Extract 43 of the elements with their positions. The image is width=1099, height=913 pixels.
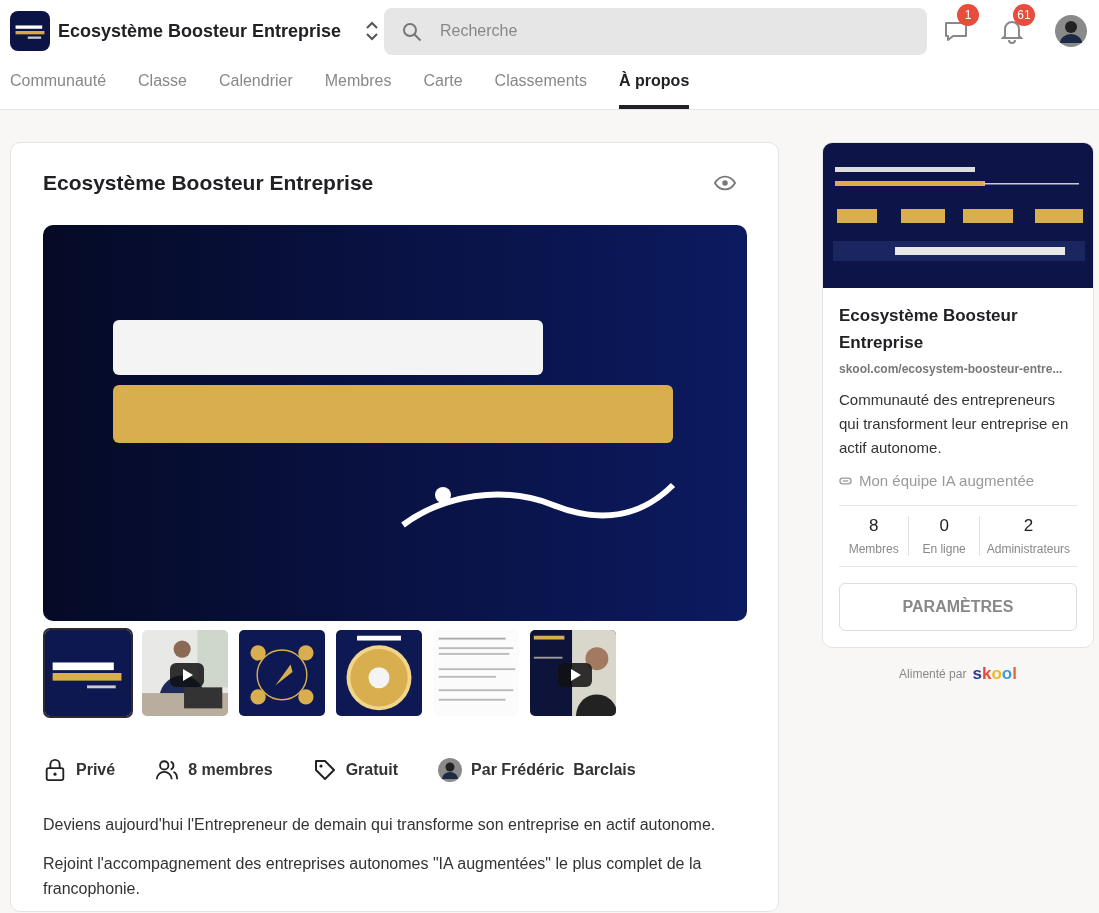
notification-count: 61	[1013, 4, 1035, 26]
search-icon	[402, 21, 422, 42]
powered-by-label: Alimenté par	[899, 667, 967, 681]
eye-icon[interactable]	[714, 175, 736, 191]
meta-label: Privé	[76, 761, 116, 779]
lock-icon	[43, 758, 67, 782]
avatar-icon[interactable]	[1055, 15, 1087, 47]
group-name[interactable]: Ecosystème Boosteur Entreprise	[58, 20, 342, 42]
search-field[interactable]: Recherche	[384, 7, 927, 55]
stat-value: 0	[938, 516, 950, 536]
meta-label: 8 membres	[188, 761, 273, 779]
chevron-updown-icon[interactable]	[365, 20, 380, 42]
play-icon[interactable]	[170, 663, 204, 687]
settings-button[interactable]: PARAMÈTRES	[839, 583, 1077, 631]
community-title: Ecosystème Boosteur Entreprise	[43, 171, 374, 195]
nav-tab[interactable]: Classements	[494, 62, 588, 109]
stat-value: 8	[867, 516, 880, 536]
nav-tab[interactable]: Calendrier	[218, 62, 293, 109]
stat-value: 2	[1022, 516, 1035, 536]
people-icon	[155, 758, 180, 782]
nav-tab[interactable]: Carte	[423, 62, 463, 109]
link-icon	[839, 476, 852, 485]
stat-label: En ligne	[921, 542, 967, 556]
community-description: Communauté des entrepreneurs qui transforment leur entreprise en actif autonome.	[839, 390, 1070, 458]
stat-label: Administrateurs	[985, 542, 1072, 556]
stat-label: Membres	[847, 542, 900, 556]
community-link[interactable]: Mon équipe IA augmentée	[859, 472, 1035, 489]
tag-icon	[312, 758, 337, 782]
owner-name[interactable]: Par Frédéric Barclais	[471, 761, 636, 779]
play-icon[interactable]	[558, 663, 592, 687]
avatar-icon	[438, 758, 463, 782]
nav-tab[interactable]: Membres	[324, 62, 392, 109]
nav-tab[interactable]: Classe	[138, 62, 187, 109]
community-name: Ecosystème Boosteur Entreprise	[839, 305, 1019, 354]
nav-tab[interactable]: À propos	[619, 62, 690, 109]
nav-tab[interactable]: Communauté	[10, 62, 107, 109]
description-text: Deviens aujourd'hui l'Entrepreneur de demain qui transforme son entreprise en actif autonome.	[43, 815, 717, 835]
community-url[interactable]: skool.com/ecosystem-boosteur-entre...	[839, 362, 1077, 376]
skool-logo[interactable]: skool	[972, 664, 1017, 684]
notification-count: 1	[957, 4, 979, 26]
bell-icon[interactable]	[999, 18, 1025, 44]
meta-label: Gratuit	[345, 761, 399, 779]
description-text: Rejoint l'accompagnement des entreprises autonomes "IA augmentées" le plus complet de la francophonie.	[43, 854, 703, 899]
